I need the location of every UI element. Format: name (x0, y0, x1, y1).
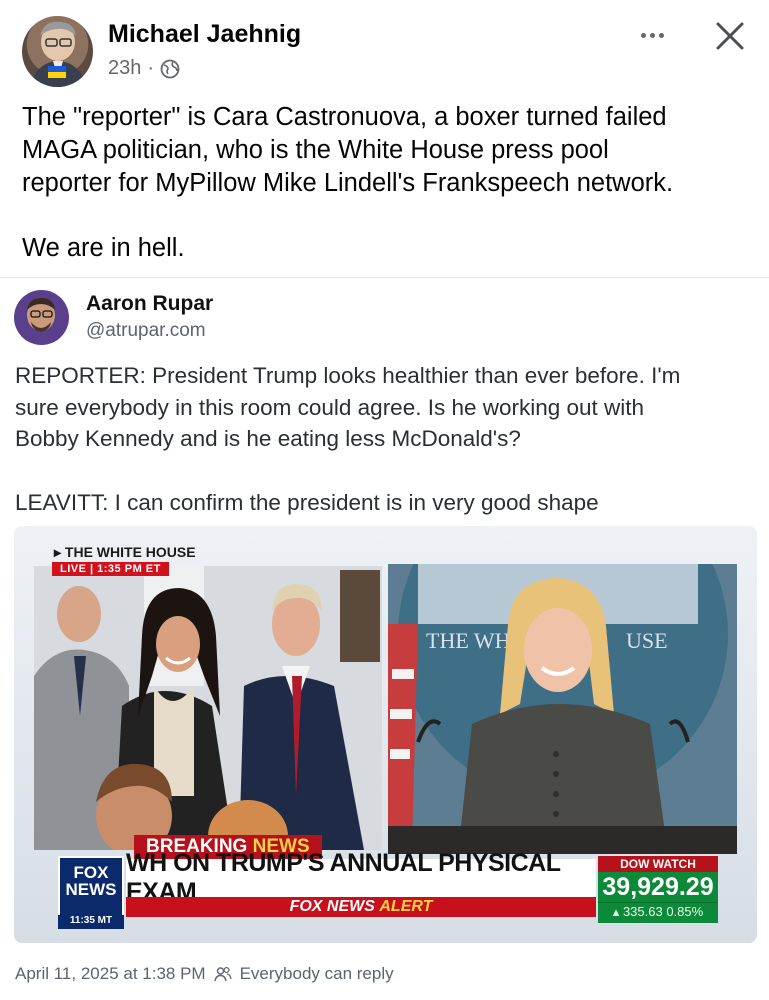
chyron-headline: WH ON TRUMP'S ANNUAL PHYSICAL EXAM (126, 849, 596, 906)
podium-sign-left: THE WH (426, 628, 511, 653)
post-time[interactable]: 23h (108, 57, 141, 80)
reporters-panel (34, 566, 382, 850)
embed-author-avatar[interactable] (14, 290, 69, 345)
post-meta: 23h · (108, 57, 180, 80)
ukraine-flag-badge (48, 66, 66, 78)
person-photo (27, 298, 55, 332)
dow-label: DOW WATCH (598, 856, 718, 872)
dow-value: 39,929.29 (598, 872, 718, 902)
embed-author-handle[interactable]: @atrupar.com (86, 320, 206, 342)
post-line: We are in hell. (22, 234, 185, 262)
reporters-scene (34, 566, 382, 850)
podium-sign-right: USE (626, 628, 668, 653)
quote-line: LEAVITT: I can confirm the president is … (15, 489, 599, 515)
post-line: The "reporter" is Cara Castronuova, a bo… (22, 103, 667, 131)
reply-permission: Everybody can reply (239, 964, 394, 983)
dow-watch-ticker: DOW WATCH 39,929.29 ▴ 335.63 0.85% (598, 856, 718, 926)
embed-footer: April 11, 2025 at 1:38 PM Everybody can … (15, 964, 394, 984)
more-options-button[interactable] (632, 20, 672, 50)
post-body: The "reporter" is Cara Castronuova, a bo… (22, 101, 752, 265)
podium-scene: THE WH USE (388, 564, 737, 854)
more-horizontal-icon (640, 32, 646, 38)
globe-icon (160, 59, 180, 78)
quote-line: Bobby Kennedy and is he eating less McDo… (15, 426, 521, 451)
dow-change: ▴ 335.63 0.85% (598, 902, 718, 923)
live-badge: LIVE | 1:35 PM ET (52, 562, 169, 576)
embed-date[interactable]: April 11, 2025 at 1:38 PM (15, 964, 206, 984)
post-line: MAGA politician, who is the White House … (22, 136, 609, 164)
up-arrow-icon: ▴ (612, 904, 620, 919)
location-tag: ▸ THE WHITE HOUSE (54, 544, 196, 560)
quote-line: REPORTER: President Trump looks healthie… (15, 363, 681, 388)
post-header: Michael Jaehnig 23h · (0, 0, 769, 100)
embed-author-name[interactable]: Aaron Rupar (86, 292, 213, 316)
embed-body: REPORTER: President Trump looks healthie… (15, 360, 755, 518)
fox-news-alert-bar: FOX NEWS ALERT (126, 897, 596, 917)
video-thumbnail[interactable]: THE WH USE ▸ THE WHITE HOUSE LIVE | 1:35… (14, 526, 757, 943)
broadcast-time: 11:35 MT (58, 915, 124, 929)
podium-panel: THE WH USE (388, 564, 737, 854)
author-avatar[interactable] (22, 16, 93, 87)
author-name[interactable]: Michael Jaehnig (108, 20, 301, 49)
divider (0, 277, 769, 278)
quote-line: sure everybody in this room could agree.… (15, 394, 645, 420)
fox-news-logo: FOX NEWS (58, 856, 124, 918)
close-icon[interactable] (708, 14, 752, 58)
post-line: reporter for MyPillow Mike Lindell's Fra… (22, 169, 674, 197)
meta-separator: · (147, 57, 155, 79)
people-icon (213, 966, 232, 982)
